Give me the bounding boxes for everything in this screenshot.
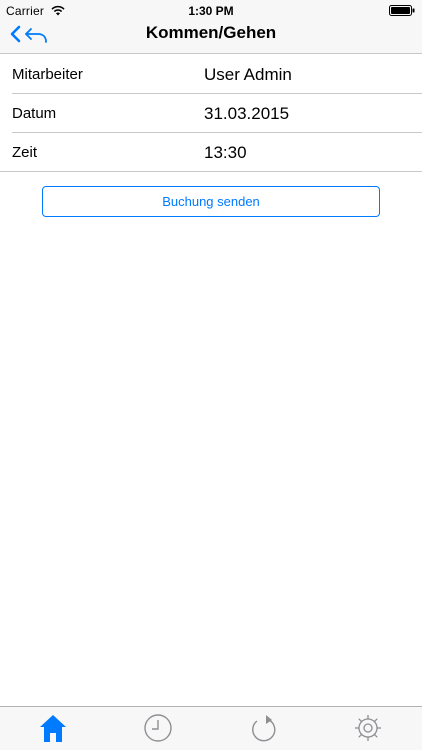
home-icon [39, 715, 66, 742]
row-divider [0, 171, 422, 172]
time-label: Zeit [12, 144, 38, 161]
clock-icon [143, 714, 172, 742]
tab-settings[interactable] [315, 707, 420, 750]
send-booking-button[interactable]: Buchung senden [42, 186, 380, 217]
status-bar: Carrier 1:30 PM [0, 0, 422, 20]
refresh-icon [251, 715, 275, 742]
gear-icon [354, 715, 381, 741]
battery-icon [389, 5, 415, 16]
employee-label: Mitarbeiter [12, 66, 83, 83]
date-value: 31.03.2015 [204, 104, 290, 123]
time-value: 13:30 [204, 143, 247, 162]
employee-value: User Admin [204, 65, 292, 84]
navigation-bar: Carrier 1:30 PM Kommen/Gehen [0, 0, 422, 54]
row-time: Zeit 13:30 [0, 133, 422, 172]
tab-home[interactable] [0, 707, 105, 750]
tab-refresh[interactable] [210, 707, 315, 750]
tab-history[interactable] [105, 707, 210, 750]
status-time: 1:30 PM [188, 4, 234, 18]
row-date: Datum 31.03.2015 [0, 94, 422, 133]
row-employee: Mitarbeiter User Admin [0, 55, 422, 94]
page-title: Kommen/Gehen [145, 23, 277, 42]
date-label: Datum [12, 105, 57, 122]
tab-bar [0, 706, 422, 750]
